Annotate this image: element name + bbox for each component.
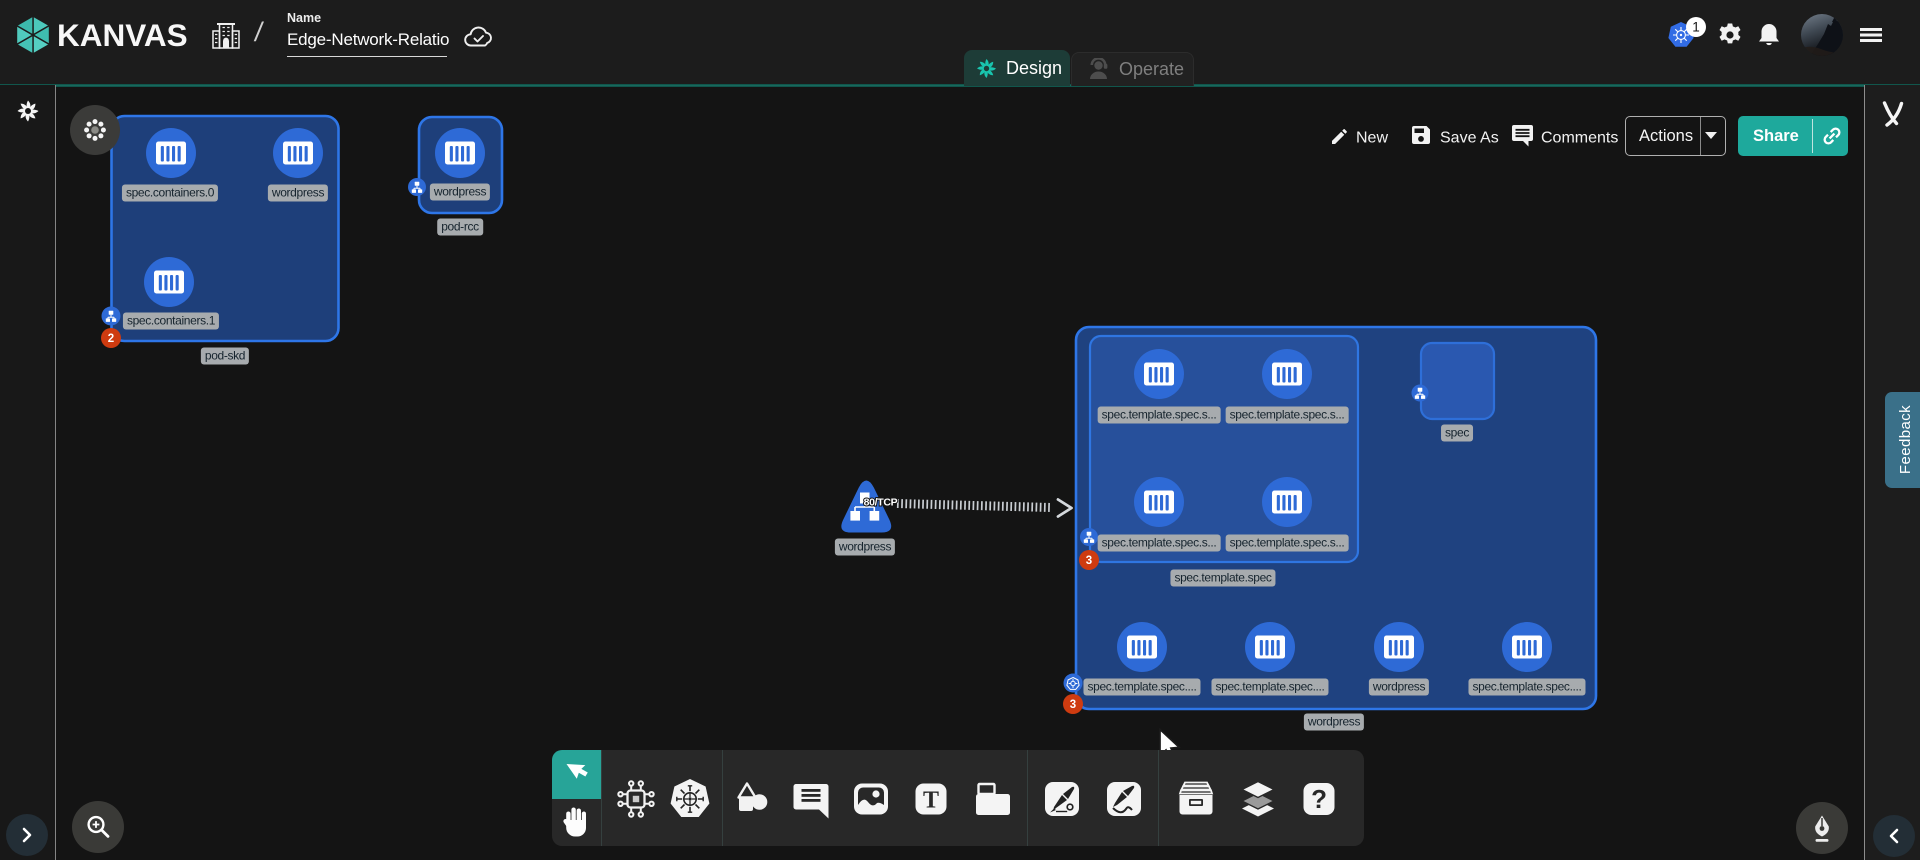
svg-text:80/TCP: 80/TCP	[864, 497, 898, 509]
svg-text:?: ?	[1311, 784, 1327, 814]
svg-text:Comments: Comments	[1541, 130, 1618, 147]
svg-text:3: 3	[1070, 699, 1076, 711]
svg-text:Save As: Save As	[1440, 130, 1499, 147]
svg-text:New: New	[1356, 130, 1388, 147]
svg-text:T: T	[923, 788, 939, 814]
svg-text:1: 1	[1692, 20, 1700, 35]
svg-text:2: 2	[108, 333, 114, 345]
svg-text:3: 3	[1086, 555, 1092, 567]
